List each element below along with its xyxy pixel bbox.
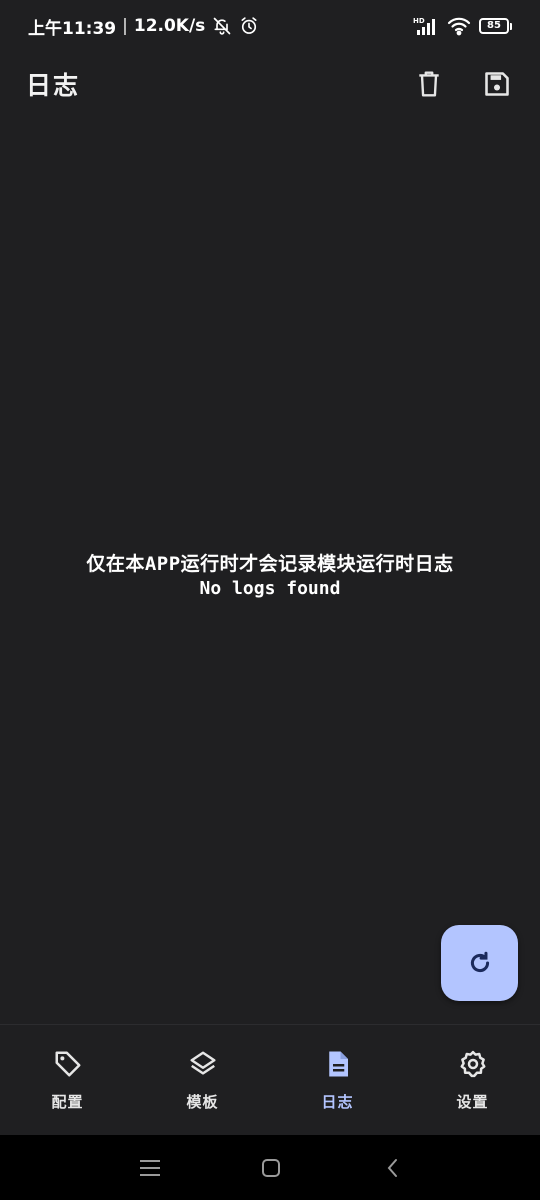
refresh-fab[interactable] <box>441 925 518 1001</box>
nav-item-config[interactable]: 配置 <box>0 1025 135 1136</box>
gear-icon <box>456 1047 490 1081</box>
empty-state-no-logs: No logs found <box>199 578 341 599</box>
network-type-label: HD <box>413 17 425 25</box>
nav-label-settings: 设置 <box>456 1093 489 1111</box>
status-time: 上午11:39 <box>28 18 117 39</box>
home-square-icon <box>262 1158 280 1177</box>
top-app-bar: 日志 <box>0 52 540 116</box>
system-navigation-bar <box>0 1135 540 1200</box>
menu-icon <box>140 1159 160 1176</box>
delete-logs-button[interactable] <box>408 63 450 105</box>
empty-state-message: 仅在本APP运行时才会记录模块运行时日志 <box>86 553 454 575</box>
status-right: HD 85 <box>413 16 512 36</box>
nav-item-templates[interactable]: 模板 <box>135 1025 270 1136</box>
recent-apps-button[interactable] <box>138 1156 162 1180</box>
signal-icon: HD <box>413 16 439 36</box>
bottom-navigation: 配置 模板 日志 设置 <box>0 1024 540 1135</box>
battery-icon: 85 <box>479 18 512 34</box>
nav-label-logs: 日志 <box>321 1093 354 1111</box>
app-bar-actions <box>408 63 518 105</box>
page-title: 日志 <box>26 71 81 100</box>
status-bar: 上午11:39 | 12.0K/s HD 85 <box>0 0 540 52</box>
trash-icon <box>419 71 439 97</box>
back-chevron-icon <box>387 1158 397 1177</box>
status-separator: | <box>122 16 128 36</box>
nav-item-logs[interactable]: 日志 <box>270 1025 405 1136</box>
layers-icon <box>186 1047 220 1081</box>
save-logs-button[interactable] <box>476 63 518 105</box>
screen: 上午11:39 | 12.0K/s HD 85 日志 仅在本APP运行时才会记录… <box>0 0 540 1200</box>
back-button[interactable] <box>380 1156 404 1180</box>
home-button[interactable] <box>259 1156 283 1180</box>
status-network-speed: 12.0K/s <box>133 16 206 36</box>
save-icon <box>485 72 509 96</box>
status-left: 上午11:39 | 12.0K/s <box>28 14 259 39</box>
wifi-icon <box>447 16 471 36</box>
nav-label-config: 配置 <box>51 1093 84 1111</box>
alarm-icon <box>239 16 259 36</box>
refresh-icon <box>470 951 489 973</box>
nav-label-templates: 模板 <box>186 1093 219 1111</box>
empty-state: 仅在本APP运行时才会记录模块运行时日志 No logs found <box>0 550 540 600</box>
tag-icon <box>51 1047 85 1081</box>
battery-level: 85 <box>479 18 509 34</box>
nav-item-settings[interactable]: 设置 <box>405 1025 540 1136</box>
mute-notification-icon <box>211 16 233 36</box>
document-icon <box>321 1047 355 1081</box>
